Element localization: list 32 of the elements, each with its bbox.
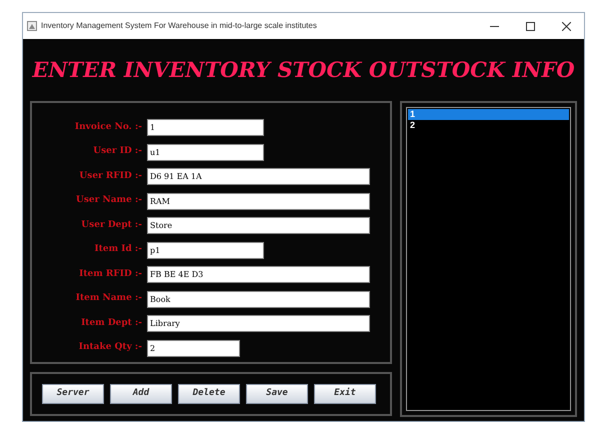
text-field[interactable]: D6 91 EA 1A (147, 168, 370, 185)
text-field[interactable]: Book (147, 290, 370, 308)
list-item[interactable]: 2 (408, 120, 569, 131)
field-label: User RFID :- (78, 170, 143, 183)
field-label: Invoice No. :- (74, 120, 143, 134)
field-label: Item Name :- (74, 292, 143, 306)
action-button[interactable]: Delete (178, 384, 240, 404)
text-field[interactable]: FB BE 4E D3 (147, 266, 370, 283)
action-button[interactable]: Server (42, 384, 104, 404)
window-title: Inventory Management System For Warehouse in mid-to-large scale institutes (41, 20, 317, 32)
text-field[interactable]: RAM (147, 192, 370, 210)
text-field[interactable]: 2 (147, 340, 240, 356)
app-icon (27, 21, 37, 31)
list-item[interactable]: 1 (408, 109, 569, 120)
text-field[interactable]: u1 (147, 144, 264, 160)
field-label: Item RFID :- (78, 268, 143, 281)
maximize-icon (526, 22, 534, 30)
field-label: Intake Qty :- (78, 341, 143, 354)
action-button[interactable]: Add (110, 384, 172, 404)
field-label: User ID :- (92, 145, 143, 158)
close-icon (562, 22, 570, 30)
field-label: Item Dept :- (80, 316, 143, 330)
field-label: Item Id :- (94, 243, 143, 256)
action-button[interactable]: Save (246, 384, 308, 404)
field-label: User Name :- (74, 194, 143, 208)
text-field[interactable]: 1 (147, 119, 264, 136)
text-field[interactable]: p1 (147, 242, 264, 258)
field-label: User Dept :- (80, 218, 143, 232)
action-button[interactable]: Exit (314, 384, 376, 404)
text-field[interactable]: Library (147, 315, 370, 332)
text-field[interactable]: Store (147, 217, 370, 234)
page-heading: ENTER INVENTORY STOCK OUTSTOCK INFO (31, 56, 576, 84)
